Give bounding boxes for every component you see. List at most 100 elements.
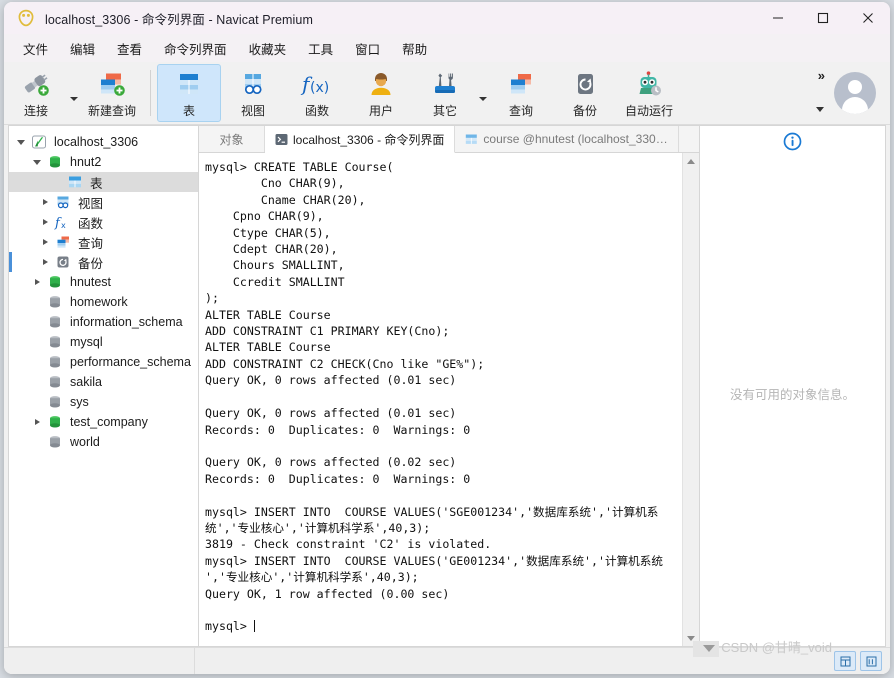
tree-item-label: 备份 [78,256,104,271]
tree-item-world[interactable]: world [9,432,198,452]
navicat-window: localhost_3306 - 命令列界面 - Navicat Premium [4,2,890,674]
query-icon [53,234,73,250]
toolbar-button-query[interactable]: 查询 [489,64,553,122]
toolbar-button-table[interactable]: 表 [157,64,221,122]
status-bar-left-section [4,648,195,674]
twisty-open-icon[interactable] [29,159,45,165]
toolbar-button-backup[interactable]: 备份 [553,64,617,122]
toolbar-group-objects: 表 视图 f (x) 函数 用户 其它 查询 备份 自动运行 [157,62,681,124]
object-tree-sidebar[interactable]: localhost_3306 hnut2 表 视图 f x 函数 查询 备份 h… [8,125,198,647]
status-bar-view-buttons [834,651,882,671]
maximize-button[interactable] [800,2,845,34]
connection-plug-icon [21,69,51,99]
tab-objects[interactable]: 对象 [199,126,265,152]
tree-item-label: 视图 [78,196,104,211]
twisty-closed-icon[interactable] [29,279,45,285]
toolbar-right [834,62,890,124]
toolbar-group-connection: 连接 新建查询 [4,62,144,124]
toolbar-label: 查询 [508,104,533,118]
twisty-closed-icon[interactable] [37,219,53,225]
tree-item-queries[interactable]: 查询 [9,232,198,252]
user-avatar-icon[interactable] [834,72,876,114]
new-query-icon [97,69,127,99]
tree-item-test_company[interactable]: test_company [9,412,198,432]
tree-item-localhost_3306[interactable]: localhost_3306 [9,132,198,152]
tree-item-label: information_schema [70,315,183,329]
close-button[interactable] [845,2,890,34]
sql-console-output[interactable]: mysql> CREATE TABLE Course( Cno CHAR(9),… [199,153,682,646]
menu-item-help[interactable]: 帮助 [391,35,438,62]
console-text-cursor [253,620,256,633]
form-view-icon [866,656,876,666]
twisty-closed-icon[interactable] [37,199,53,205]
minimize-icon [772,17,783,19]
other-tools-icon [430,69,460,99]
tree-item-homework[interactable]: homework [9,292,198,312]
menu-item-edit[interactable]: 编辑 [59,35,106,62]
menu-item-cli[interactable]: 命令列界面 [153,35,238,62]
tree-item-tables[interactable]: 表 [9,172,198,192]
tree-item-label: hnutest [70,275,112,289]
bottom-collapse-caret-icon[interactable] [703,645,715,652]
chevron-double-right-icon[interactable]: » [818,68,825,83]
view-icon [53,194,73,210]
toolbar-button-automation[interactable]: 自动运行 [617,64,681,122]
tree-item-label: sakila [70,375,102,389]
tree-item-label: homework [70,295,128,309]
toolbar-label: 其它 [432,104,457,118]
twisty-closed-icon[interactable] [37,259,53,265]
minimize-button[interactable] [755,2,800,34]
chevron-down-icon [479,97,487,101]
menu-item-file[interactable]: 文件 [12,35,59,62]
tree-item-label: world [70,435,100,449]
tab-course-table[interactable]: course @hnutest (localhost_330… [455,126,679,152]
console-vertical-scrollbar[interactable] [682,153,699,646]
toolbar-button-new-query[interactable]: 新建查询 [80,64,144,122]
toolbar-overflow-caret-icon[interactable] [816,107,824,112]
tree-item-mysql[interactable]: mysql [9,332,198,352]
tree-item-backups[interactable]: 备份 [9,252,198,272]
connection-dropdown-caret[interactable] [68,62,80,120]
form-view-button[interactable] [860,651,882,671]
toolbar-button-connection[interactable]: 连接 [4,64,68,122]
tree-item-performance_schema[interactable]: performance_schema [9,352,198,372]
table-icon [65,174,85,190]
table-icon [174,69,204,99]
scroll-up-button[interactable] [683,153,699,169]
tree-item-hnutest[interactable]: hnutest [9,272,198,292]
tree-item-functions[interactable]: f x 函数 [9,212,198,232]
tree-item-views[interactable]: 视图 [9,192,198,212]
twisty-open-icon[interactable] [13,139,29,145]
toolbar-button-other[interactable]: 其它 [413,64,477,122]
menu-item-view[interactable]: 查看 [106,35,153,62]
toolbar-label: 表 [182,104,195,118]
database-gray-icon [45,334,65,350]
toolbar-label: 备份 [572,104,597,118]
tree-item-label: localhost_3306 [54,135,139,149]
grid-view-button[interactable] [834,651,856,671]
menu-item-favorites[interactable]: 收藏夹 [238,35,298,62]
twisty-closed-icon[interactable] [37,239,53,245]
other-dropdown-caret[interactable] [477,62,489,120]
tab-label: 对象 [219,132,244,147]
database-gray-icon [45,374,65,390]
toolbar-button-function[interactable]: f (x) 函数 [285,64,349,122]
window-body: localhost_3306 hnut2 表 视图 f x 函数 查询 备份 h… [4,125,890,647]
automation-robot-icon [633,69,665,99]
tab-bar: 对象 localhost_3306 - 命令列界面 course @hnutes… [199,126,699,153]
tree-item-sakila[interactable]: sakila [9,372,198,392]
database-gray-icon [45,294,65,310]
function-fx-icon: f x [53,214,73,230]
menu-item-tools[interactable]: 工具 [297,35,344,62]
toolbar-button-view[interactable]: 视图 [221,64,285,122]
tree-item-hnut2[interactable]: hnut2 [9,152,198,172]
menu-item-window[interactable]: 窗口 [344,35,391,62]
toolbar-button-user[interactable]: 用户 [349,64,413,122]
tree-item-information_schema[interactable]: information_schema [9,312,198,332]
tree-item-sys[interactable]: sys [9,392,198,412]
twisty-closed-icon[interactable] [29,419,45,425]
info-circle-icon[interactable] [783,132,802,156]
tab-command-line-interface[interactable]: localhost_3306 - 命令列界面 [265,126,456,153]
scrollbar-track[interactable] [683,169,699,630]
title-bar: localhost_3306 - 命令列界面 - Navicat Premium [4,2,890,34]
